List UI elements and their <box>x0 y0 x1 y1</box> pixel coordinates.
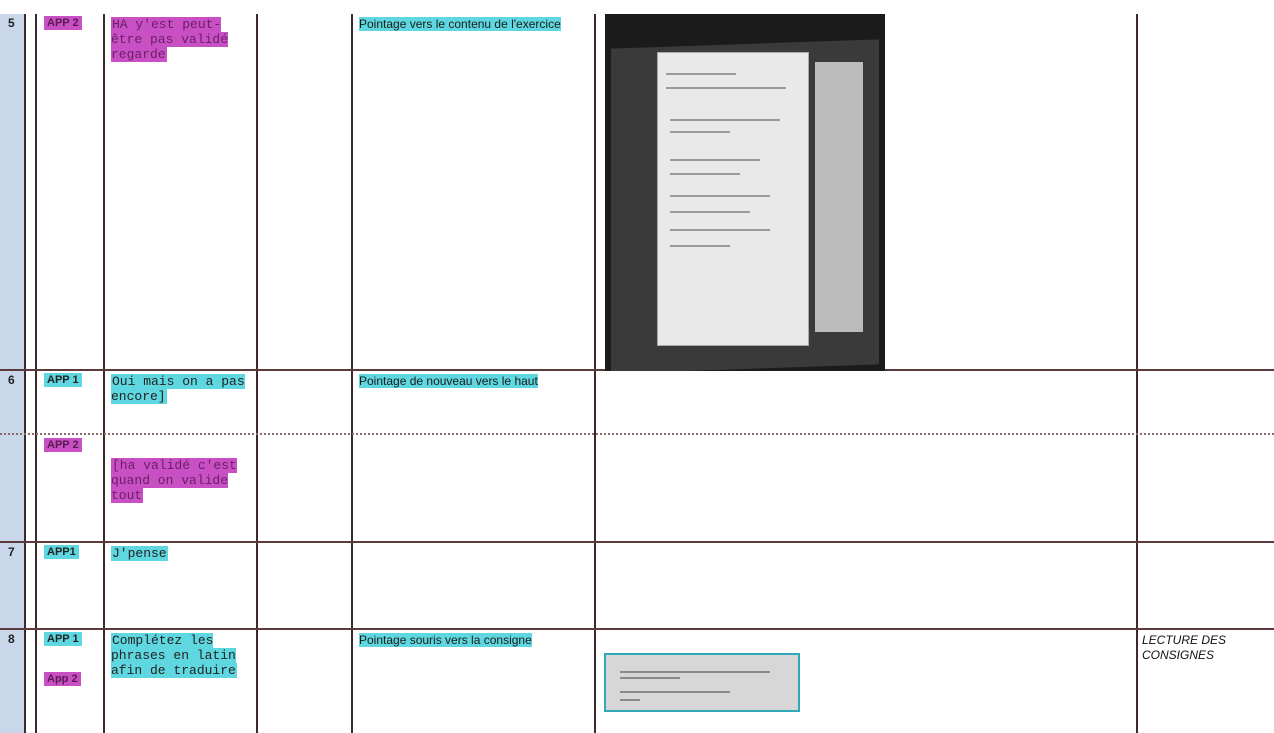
transcript-text: [ha validé c'est quand on valide tout <box>111 458 249 503</box>
speaker-label: APP 1 <box>44 632 82 646</box>
screenshot-thumbnail <box>604 653 800 712</box>
column-divider <box>351 14 353 733</box>
row-number: 8 <box>8 632 15 646</box>
column-divider <box>103 14 105 733</box>
column-divider <box>24 14 26 733</box>
photo-document <box>657 52 809 346</box>
transcript-table: 5 APP 2 HA y'est peut-être pas validé re… <box>0 0 1274 733</box>
photo-sidebar <box>815 62 863 332</box>
speaker-label-secondary: App 2 <box>44 672 81 686</box>
transcript-text: Oui mais on a pas encore] <box>111 374 249 404</box>
column-divider <box>256 14 258 733</box>
speaker-label: APP1 <box>44 545 79 559</box>
action-text: Pointage de nouveau vers le haut <box>359 374 584 389</box>
transcript-text: J'pense <box>111 546 249 561</box>
column-divider <box>35 14 37 733</box>
column-divider <box>594 14 596 733</box>
action-text: Pointage souris vers la consigne <box>359 633 584 648</box>
transcript-highlight: HA y'est peut-être pas validé regarde <box>111 17 229 62</box>
row-divider <box>0 628 1274 630</box>
row-number: 5 <box>8 16 15 30</box>
action-highlight: Pointage vers le contenu de l'exercice <box>359 17 561 31</box>
transcript-text: Complétez les phrases en latin afin de t… <box>111 633 249 678</box>
row-divider-dotted <box>0 433 1274 435</box>
transcript-highlight: J'pense <box>111 546 168 561</box>
action-text: Pointage vers le contenu de l'exercice <box>359 17 584 32</box>
action-highlight: Pointage souris vers la consigne <box>359 633 532 647</box>
speaker-label: APP 1 <box>44 373 82 387</box>
row-number: 6 <box>8 373 15 387</box>
row-divider <box>0 541 1274 543</box>
action-highlight: Pointage de nouveau vers le haut <box>359 374 538 388</box>
transcript-highlight: [ha validé c'est quand on valide tout <box>111 458 237 503</box>
row-number: 7 <box>8 545 15 559</box>
speaker-label: APP 2 <box>44 438 82 452</box>
transcript-text: HA y'est peut-être pas validé regarde <box>111 17 249 62</box>
column-divider <box>1136 14 1138 733</box>
speaker-label: APP 2 <box>44 16 82 30</box>
transcript-highlight: Oui mais on a pas encore] <box>111 374 245 404</box>
transcript-highlight: Complétez les phrases en latin afin de t… <box>111 633 237 678</box>
observation-note: LECTURE DES CONSIGNES <box>1142 633 1227 662</box>
screenshot-photo <box>605 14 885 371</box>
